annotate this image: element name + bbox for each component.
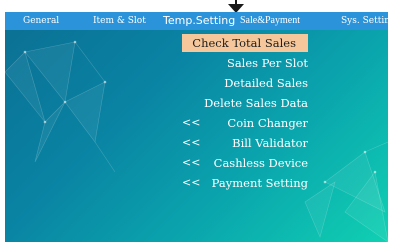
submenu-arrow-icon: << <box>182 176 201 189</box>
tab-bar: General Item & Slot Temp.Setting Sale&Pa… <box>5 12 388 30</box>
menu-item-bill-validator[interactable]: Bill Validator <box>232 134 308 152</box>
vending-settings-screen: General Item & Slot Temp.Setting Sale&Pa… <box>5 12 388 242</box>
menu-item-payment-setting[interactable]: Payment Setting <box>212 174 308 192</box>
tab-sys-setting[interactable]: Sys. Setting <box>341 12 388 30</box>
tab-sale-payment[interactable]: Sale&Payment <box>240 12 300 30</box>
menu-item-coin-changer[interactable]: Coin Changer <box>227 114 308 132</box>
menu-item-detailed-sales[interactable]: Detailed Sales <box>224 74 308 92</box>
menu-item-check-total-sales[interactable]: Check Total Sales <box>182 34 308 52</box>
menu-item-delete-sales-data[interactable]: Delete Sales Data <box>204 94 308 112</box>
tab-general[interactable]: General <box>23 12 59 30</box>
menu-item-cashless-device[interactable]: Cashless Device <box>214 154 308 172</box>
tab-item-slot[interactable]: Item & Slot <box>93 12 146 30</box>
submenu-arrow-icon: << <box>182 116 201 129</box>
submenu-arrow-icon: << <box>182 156 201 169</box>
tab-temp-setting[interactable]: Temp.Setting <box>163 12 235 30</box>
menu-item-sales-per-slot[interactable]: Sales Per Slot <box>227 54 308 72</box>
page: General Item & Slot Temp.Setting Sale&Pa… <box>0 0 393 248</box>
submenu-arrow-icon: << <box>182 136 201 149</box>
